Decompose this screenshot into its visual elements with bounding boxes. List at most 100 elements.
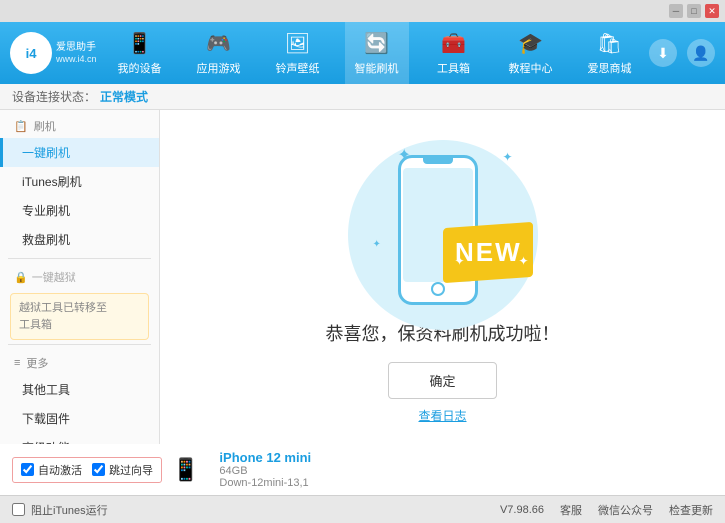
app-window: i4 爱思助手 www.i4.cn 📱 我的设备 🎮 应用游戏 🖼 铃声壁纸 🔄… [0, 22, 725, 523]
device-firmware: Down-12mini-13,1 [219, 477, 311, 489]
logo-text: 爱思助手 www.i4.cn [56, 41, 97, 66]
sidebar-locked-jailbreak: 🔒 一键越狱 [0, 263, 159, 289]
section1-label: 刷机 [34, 118, 56, 134]
auto-activate-checkbox[interactable]: 自动激活 [21, 462, 82, 478]
status-bar: 设备连接状态： 正常模式 [0, 84, 725, 110]
nav-label-ifeng-store: 爱思商城 [588, 60, 632, 76]
ribbon-star2: ✦ [454, 254, 464, 268]
nav-label-toolbox: 工具箱 [437, 60, 470, 76]
content-wrapper: 设备连接状态： 正常模式 📋 刷机 一键刷机 iTunes刷机 专业刷机 [0, 84, 725, 523]
nav-items: 📱 我的设备 🎮 应用游戏 🖼 铃声壁纸 🔄 智能刷机 🧰 工具箱 🎓 教程中心… [100, 22, 649, 84]
main-content: ✦ ✦ ✦ NEW [160, 110, 725, 444]
content-area: 📋 刷机 一键刷机 iTunes刷机 专业刷机 救盘刷机 🔒 [0, 110, 725, 444]
support-link[interactable]: 客服 [560, 502, 582, 518]
section2-label: 更多 [26, 355, 48, 371]
skip-wizard-label: 跳过向导 [109, 462, 153, 478]
nav-label-smart-flash: 智能刷机 [355, 60, 399, 76]
logo-icon: i4 [10, 32, 52, 74]
device-icon: 📱 [172, 457, 199, 483]
new-ribbon: NEW [443, 222, 533, 283]
one-click-flash-label: 一键刷机 [22, 146, 70, 160]
nav-right: ⬇ 👤 [649, 39, 715, 67]
auto-activate-label: 自动激活 [38, 462, 82, 478]
nav-item-wallpaper[interactable]: 🖼 铃声壁纸 [266, 22, 330, 84]
nav-label-my-device: 我的设备 [118, 60, 162, 76]
nav-icon-toolbox: 🧰 [441, 31, 466, 56]
minimize-button[interactable]: ─ [669, 4, 683, 18]
flash-icon: 📋 [14, 120, 28, 133]
sidebar-item-one-click-flash[interactable]: 一键刷机 [0, 138, 159, 167]
nav-icon-smart-flash: 🔄 [364, 31, 389, 56]
user-button[interactable]: 👤 [687, 39, 715, 67]
itunes-flash-label: iTunes刷机 [22, 175, 82, 189]
locked-label: 一键越狱 [32, 269, 76, 285]
close-button[interactable]: ✕ [705, 4, 719, 18]
other-tools-label: 其他工具 [22, 383, 70, 397]
pro-flash-label: 专业刷机 [22, 204, 70, 218]
nav-item-smart-flash[interactable]: 🔄 智能刷机 [345, 22, 409, 84]
nav-icon-apps-games: 🎮 [206, 31, 231, 56]
wechat-link[interactable]: 微信公众号 [598, 502, 653, 518]
sparkle2-icon: ✦ [502, 150, 512, 164]
sidebar-divider2 [8, 344, 151, 345]
more-icon: ≡ [14, 357, 20, 369]
itunes-status[interactable]: 阻止iTunes运行 [31, 502, 108, 518]
nav-item-ifeng-store[interactable]: 🛍 爱思商城 [578, 22, 642, 84]
sidebar: 📋 刷机 一键刷机 iTunes刷机 专业刷机 救盘刷机 🔒 [0, 110, 160, 444]
nav-label-apps-games: 应用游戏 [197, 60, 241, 76]
sparkle1-icon: ✦ [398, 145, 411, 165]
lock-icon: 🔒 [14, 271, 28, 284]
logo-url: www.i4.cn [56, 54, 97, 66]
detail-link[interactable]: 查看日志 [418, 407, 466, 424]
nav-item-apps-games[interactable]: 🎮 应用游戏 [187, 22, 251, 84]
nav-item-my-device[interactable]: 📱 我的设备 [108, 22, 172, 84]
sidebar-item-rescue-flash[interactable]: 救盘刷机 [0, 225, 159, 254]
device-bar: 自动激活 跳过向导 📱 iPhone 12 mini 64GB Down-12m… [0, 444, 725, 495]
confirm-button[interactable]: 确定 [388, 362, 496, 399]
block-itunes-checkbox[interactable] [12, 503, 25, 516]
auto-activate-input[interactable] [21, 463, 34, 476]
download-firmware-label: 下载固件 [22, 412, 70, 426]
skip-wizard-input[interactable] [92, 463, 105, 476]
device-info: iPhone 12 mini 64GB Down-12mini-13,1 [219, 450, 311, 489]
sidebar-item-download-firmware[interactable]: 下载固件 [0, 404, 159, 433]
nav-item-tutorial[interactable]: 🎓 教程中心 [499, 22, 563, 84]
footer-right: V7.98.66 客服 微信公众号 检查更新 [500, 502, 713, 518]
sidebar-item-itunes-flash[interactable]: iTunes刷机 [0, 167, 159, 196]
nav-icon-wallpaper: 🖼 [285, 31, 310, 56]
check-update-link[interactable]: 检查更新 [669, 502, 713, 518]
footer-left: 阻止iTunes运行 [12, 502, 108, 518]
header: i4 爱思助手 www.i4.cn 📱 我的设备 🎮 应用游戏 🖼 铃声壁纸 🔄… [0, 22, 725, 84]
status-value: 正常模式 [100, 88, 148, 105]
title-bar: ─ □ ✕ [0, 0, 725, 22]
phone-illustration: ✦ ✦ ✦ NEW [343, 130, 543, 300]
version-text: V7.98.66 [500, 504, 544, 516]
status-footer: 阻止iTunes运行 V7.98.66 客服 微信公众号 检查更新 [0, 495, 725, 523]
sidebar-item-advanced[interactable]: 高级功能 [0, 433, 159, 444]
sidebar-section2-title: ≡ 更多 [0, 349, 159, 375]
nav-icon-my-device: 📱 [127, 31, 152, 56]
nav-label-tutorial: 教程中心 [509, 60, 553, 76]
sidebar-notice: 越狱工具已转移至 工具箱 [10, 293, 149, 340]
maximize-button[interactable]: □ [687, 4, 701, 18]
rescue-flash-label: 救盘刷机 [22, 233, 70, 247]
nav-icon-ifeng-store: 🛍 [597, 31, 622, 56]
nav-icon-tutorial: 🎓 [518, 31, 543, 56]
checkbox-group: 自动激活 跳过向导 [12, 457, 162, 483]
notice-text: 越狱工具已转移至 工具箱 [19, 302, 107, 331]
sidebar-item-pro-flash[interactable]: 专业刷机 [0, 196, 159, 225]
sidebar-section1-title: 📋 刷机 [0, 112, 159, 138]
status-label: 设备连接状态： [12, 88, 96, 105]
sparkle3-icon: ✦ [373, 239, 381, 250]
logo-symbol: i4 [26, 46, 37, 61]
skip-wizard-checkbox[interactable]: 跳过向导 [92, 462, 153, 478]
device-storage: 64GB [219, 465, 311, 477]
sidebar-item-other-tools[interactable]: 其他工具 [0, 375, 159, 404]
nav-label-wallpaper: 铃声壁纸 [276, 60, 320, 76]
device-name: iPhone 12 mini [219, 450, 311, 465]
logo-area: i4 爱思助手 www.i4.cn [10, 32, 100, 74]
logo-name: 爱思助手 [56, 41, 97, 54]
nav-item-toolbox[interactable]: 🧰 工具箱 [424, 22, 484, 84]
download-button[interactable]: ⬇ [649, 39, 677, 67]
sidebar-divider1 [8, 258, 151, 259]
